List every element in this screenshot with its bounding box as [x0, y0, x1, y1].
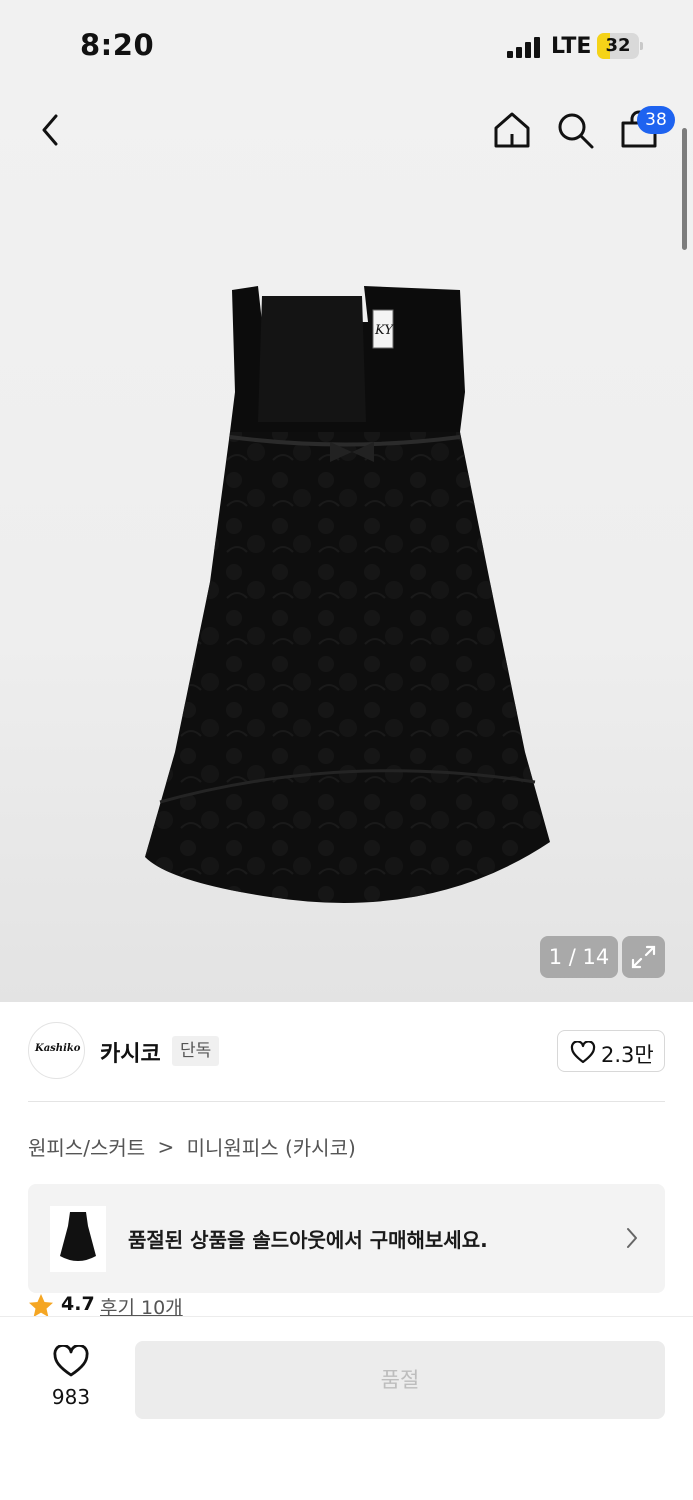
- battery-percent: 32: [605, 35, 631, 56]
- signal-icon: [507, 36, 543, 58]
- dress-tag-logo: KY: [374, 323, 394, 338]
- search-button[interactable]: [553, 108, 597, 152]
- breadcrumb-subcategory[interactable]: 미니원피스 (카시코): [187, 1132, 356, 1161]
- rating-score: 4.7: [61, 1293, 95, 1315]
- back-button[interactable]: [28, 108, 72, 152]
- soldout-thumbnail: [50, 1206, 106, 1272]
- brand-logo[interactable]: Kashiko: [28, 1022, 85, 1079]
- wishlist-count: 983: [51, 1385, 91, 1409]
- exclusive-badge: 단독: [172, 1036, 220, 1066]
- divider: [28, 1101, 665, 1102]
- home-button[interactable]: [490, 108, 534, 152]
- network-label: LTE: [551, 34, 592, 59]
- soldout-banner[interactable]: 품절된 상품을 솔드아웃에서 구매해보세요.: [28, 1184, 665, 1293]
- brand-row: Kashiko 카시코 단독 2.3만: [28, 1022, 665, 1080]
- product-gallery[interactable]: 38 KY 1 / 14: [0, 90, 693, 1002]
- brand-logo-text: Kashiko: [35, 1043, 81, 1054]
- bottom-action-bar: 983 품절: [0, 1316, 693, 1500]
- chevron-left-icon: [42, 114, 58, 146]
- home-icon: [494, 112, 530, 148]
- search-icon: [558, 113, 594, 149]
- cart-count-badge: 38: [637, 106, 675, 134]
- brand-name[interactable]: 카시코: [100, 1036, 161, 1068]
- breadcrumb-category[interactable]: 원피스/스커트: [28, 1132, 145, 1161]
- status-bar: 8:20 LTE 32: [0, 0, 693, 90]
- soldout-message: 품절된 상품을 솔드아웃에서 구매해보세요.: [128, 1228, 488, 1252]
- expand-image-button[interactable]: [622, 936, 665, 978]
- heart-icon: [53, 1345, 89, 1377]
- expand-icon: [631, 945, 656, 969]
- chevron-right-icon: [627, 1228, 637, 1248]
- wishlist-button[interactable]: 983: [40, 1343, 102, 1413]
- heart-icon: [570, 1041, 596, 1064]
- soldout-button[interactable]: 품절: [135, 1341, 665, 1419]
- breadcrumb: 원피스/스커트 > 미니원피스 (카시코): [28, 1132, 356, 1161]
- chevron-right-icon: >: [157, 1134, 175, 1159]
- brand-like-count: 2.3만: [601, 1043, 654, 1067]
- product-image[interactable]: KY: [130, 282, 560, 907]
- scrollbar[interactable]: [682, 128, 687, 250]
- battery-icon: 32: [597, 33, 643, 59]
- status-time: 8:20: [80, 28, 155, 62]
- image-page-indicator: 1 / 14: [540, 936, 618, 978]
- brand-like-button[interactable]: 2.3만: [557, 1030, 665, 1072]
